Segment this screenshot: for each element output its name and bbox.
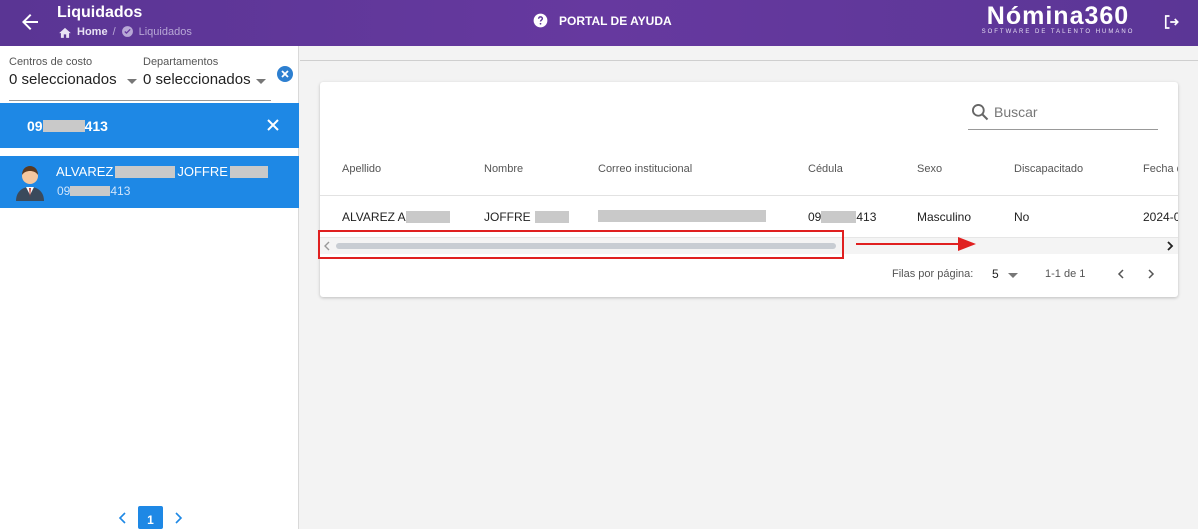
column-header-correo[interactable]: Correo institucional bbox=[598, 163, 692, 175]
pagination-range: 1-1 de 1 bbox=[1045, 268, 1086, 280]
cell-cedula-suffix: 413 bbox=[856, 210, 877, 224]
column-header-sexo[interactable]: Sexo bbox=[917, 163, 942, 175]
brand-logo: Nómina360 SOFTWARE DE TALENTO HUMANO bbox=[976, 2, 1140, 35]
app-header: Liquidados Home / Liquidados PORTAL DE A… bbox=[0, 0, 1198, 46]
redaction-block bbox=[405, 211, 450, 223]
cell-nombre-text: JOFFRE bbox=[484, 210, 531, 224]
employee-surname: ALVAREZ bbox=[56, 164, 114, 179]
departments-chevron-down-icon[interactable] bbox=[256, 79, 266, 84]
cell-apellido-text: ALVAREZ A bbox=[342, 210, 406, 224]
employee-table-card: Apellido Nombre Correo institucional Céd… bbox=[320, 82, 1178, 297]
chevron-right-icon[interactable] bbox=[173, 511, 183, 524]
employee-name: ALVAREZ JOFFRE bbox=[56, 164, 268, 179]
rows-per-page-select[interactable]: 5 bbox=[992, 267, 999, 281]
breadcrumb-separator: / bbox=[112, 25, 116, 38]
redaction-block bbox=[598, 210, 766, 222]
redaction-block bbox=[229, 165, 268, 178]
cell-correo bbox=[598, 210, 766, 222]
chevron-left-icon[interactable] bbox=[1115, 268, 1127, 280]
cell-apellido: ALVAREZ A bbox=[342, 210, 450, 224]
employee-given-name: JOFFRE bbox=[177, 164, 228, 179]
column-header-discapacitado[interactable]: Discapacitado bbox=[1014, 163, 1083, 175]
rows-per-page-chevron-down-icon[interactable] bbox=[1008, 273, 1018, 278]
help-icon bbox=[533, 13, 548, 28]
search-underline bbox=[968, 129, 1158, 130]
redaction-block bbox=[534, 211, 569, 223]
home-icon[interactable] bbox=[58, 26, 72, 38]
close-icon[interactable] bbox=[265, 117, 281, 133]
check-circle-icon bbox=[121, 26, 133, 37]
breadcrumb-home[interactable]: Home bbox=[77, 26, 108, 38]
cell-sexo: Masculino bbox=[917, 210, 972, 224]
search-icon bbox=[972, 104, 989, 121]
cell-discapacitado: No bbox=[1014, 210, 1030, 224]
logo-tagline: SOFTWARE DE TALENTO HUMANO bbox=[981, 29, 1135, 35]
logout-icon[interactable] bbox=[1162, 13, 1180, 31]
redaction-block bbox=[42, 120, 85, 132]
page-title: Liquidados bbox=[57, 4, 143, 21]
active-search-chip: 09 413 bbox=[0, 103, 299, 148]
help-label: PORTAL DE AYUDA bbox=[559, 13, 672, 28]
employee-id-prefix: 09 bbox=[57, 184, 71, 198]
cost-centers-chevron-down-icon[interactable] bbox=[127, 79, 137, 84]
redaction-block bbox=[115, 165, 176, 178]
filter-underline bbox=[9, 100, 271, 101]
employee-id-suffix: 413 bbox=[110, 184, 131, 198]
redaction-block bbox=[70, 186, 111, 196]
header-divider bbox=[320, 195, 1178, 196]
content-divider bbox=[300, 60, 1198, 61]
cost-centers-filter[interactable]: Centros de costo 0 seleccionados bbox=[9, 56, 117, 88]
chip-suffix: 413 bbox=[84, 118, 108, 134]
chip-prefix: 09 bbox=[27, 118, 43, 134]
employee-sidebar: Centros de costo 0 seleccionados Departa… bbox=[0, 46, 299, 529]
chevron-right-icon[interactable] bbox=[1145, 268, 1157, 280]
annotation-arrow-icon bbox=[856, 237, 976, 251]
cell-cedula: 09 413 bbox=[808, 210, 876, 224]
cost-centers-value[interactable]: 0 seleccionados bbox=[9, 71, 117, 88]
scroll-right-icon[interactable] bbox=[1166, 241, 1174, 251]
help-portal-link[interactable]: PORTAL DE AYUDA bbox=[533, 13, 672, 28]
column-header-nombre[interactable]: Nombre bbox=[484, 163, 523, 175]
rows-per-page-label: Filas por página: bbox=[892, 268, 974, 280]
employee-list-item[interactable]: ALVAREZ JOFFRE 09 413 bbox=[0, 156, 299, 208]
departments-value[interactable]: 0 seleccionados bbox=[143, 71, 251, 88]
breadcrumb: Home / Liquidados bbox=[58, 25, 192, 38]
back-arrow-icon[interactable] bbox=[18, 10, 42, 34]
column-header-cedula[interactable]: Cédula bbox=[808, 163, 843, 175]
cost-centers-label: Centros de costo bbox=[9, 56, 93, 68]
breadcrumb-current: Liquidados bbox=[138, 25, 192, 38]
departments-label: Departamentos bbox=[143, 56, 219, 68]
column-header-apellido[interactable]: Apellido bbox=[342, 163, 381, 175]
logo-main-text: Nómina360 bbox=[986, 2, 1130, 30]
cell-cedula-prefix: 09 bbox=[808, 210, 822, 224]
cell-fecha: 2024-0 bbox=[1143, 210, 1178, 224]
search-input[interactable] bbox=[994, 104, 1154, 120]
scrollbar-highlight-box bbox=[318, 230, 844, 259]
departments-filter[interactable]: Departamentos 0 seleccionados bbox=[143, 56, 251, 88]
employee-id: 09 413 bbox=[57, 184, 130, 198]
page-number-current[interactable]: 1 bbox=[138, 506, 163, 529]
column-header-fecha[interactable]: Fecha d bbox=[1143, 163, 1178, 175]
sidebar-pagination: 1 bbox=[118, 506, 183, 529]
chevron-left-icon[interactable] bbox=[118, 511, 128, 524]
redaction-block bbox=[821, 211, 857, 223]
clear-filters-icon[interactable] bbox=[277, 66, 293, 82]
cell-nombre: JOFFRE bbox=[484, 210, 569, 224]
search-chip-text: 09 413 bbox=[27, 118, 108, 134]
employee-avatar-icon bbox=[16, 166, 44, 201]
